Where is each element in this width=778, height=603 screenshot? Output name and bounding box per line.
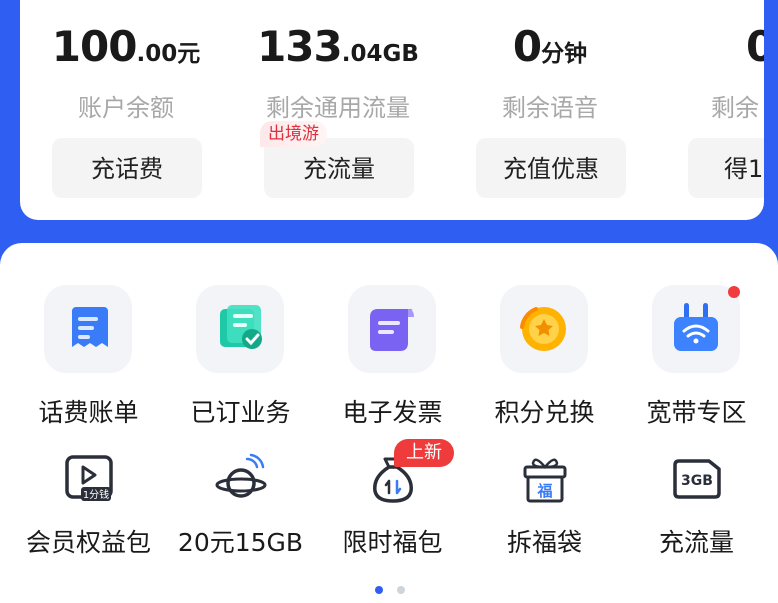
service-label: 限时福包	[342, 528, 443, 557]
service-label: 拆福袋	[506, 528, 582, 557]
voice-label: 剩余语音	[502, 94, 598, 122]
service-broadband[interactable]: 宽带专区	[619, 285, 774, 427]
bill-icon	[44, 285, 132, 373]
service-lucky-bag[interactable]: 福 拆福袋	[467, 453, 622, 563]
service-label: 充流量	[658, 528, 734, 557]
service-label: 已订业务	[190, 398, 291, 427]
service-member-pack[interactable]: 1分钱 会员权益包	[11, 453, 166, 563]
svg-text:1分钱: 1分钱	[83, 488, 109, 501]
recharge-phone-button[interactable]: 充话费	[52, 138, 202, 198]
balance-label: 账户余额	[78, 94, 174, 122]
fourth-button[interactable]: 得1	[688, 138, 764, 198]
fourth-label: 剩余	[711, 94, 759, 122]
service-points[interactable]: 积分兑换	[467, 285, 622, 427]
service-label: 积分兑换	[494, 398, 595, 427]
points-icon	[500, 285, 588, 373]
promo-tag: 出境游	[260, 121, 327, 147]
page-dot[interactable]	[397, 586, 405, 594]
service-recharge-data[interactable]: 3GB 充流量	[619, 453, 774, 563]
invoice-icon	[348, 285, 436, 373]
gift-box-icon: 福	[519, 453, 571, 509]
subscribed-icon	[196, 285, 284, 373]
service-bill[interactable]: 话费账单	[11, 285, 166, 427]
video-member-icon: 1分钱	[63, 453, 115, 509]
voice-value: 0分钟	[512, 22, 588, 71]
service-label: 电子发票	[342, 398, 443, 427]
service-label: 话费账单	[38, 398, 139, 427]
service-limited-bag[interactable]: 限时福包	[315, 453, 470, 563]
new-badge: 上新	[394, 439, 454, 467]
fourth-value: 0	[746, 22, 764, 71]
data-label: 剩余通用流量	[266, 94, 410, 122]
sim-card-icon: 3GB	[671, 453, 723, 509]
page-indicator[interactable]	[375, 579, 419, 598]
data-value: 133.04GB	[257, 22, 419, 71]
broadband-router-icon	[652, 285, 740, 373]
recharge-offer-button[interactable]: 充值优惠	[476, 138, 626, 198]
planet-icon	[215, 453, 267, 509]
service-subscribed[interactable]: 已订业务	[163, 285, 318, 427]
service-20yuan-15gb[interactable]: 20元15GB	[163, 453, 318, 563]
page-dot-active[interactable]	[375, 586, 383, 594]
balance-value: 100.00元	[51, 22, 201, 71]
svg-text:福: 福	[536, 482, 552, 500]
recharge-data-button[interactable]: 充流量	[264, 138, 414, 198]
notification-dot	[728, 286, 740, 298]
account-summary-card: 100.00元 账户余额 充话费 133.04GB 剩余通用流量 充流量 出境游…	[20, 0, 764, 220]
services-panel: 话费账单 已订业务 电子发票 积分兑换 宽带专区 1分钱 会员权益包 20元15…	[0, 243, 778, 603]
service-label: 20元15GB	[177, 528, 304, 557]
service-invoice[interactable]: 电子发票	[315, 285, 470, 427]
svg-text:3GB: 3GB	[681, 473, 713, 489]
service-label: 宽带专区	[646, 398, 747, 427]
service-label: 会员权益包	[25, 528, 151, 557]
